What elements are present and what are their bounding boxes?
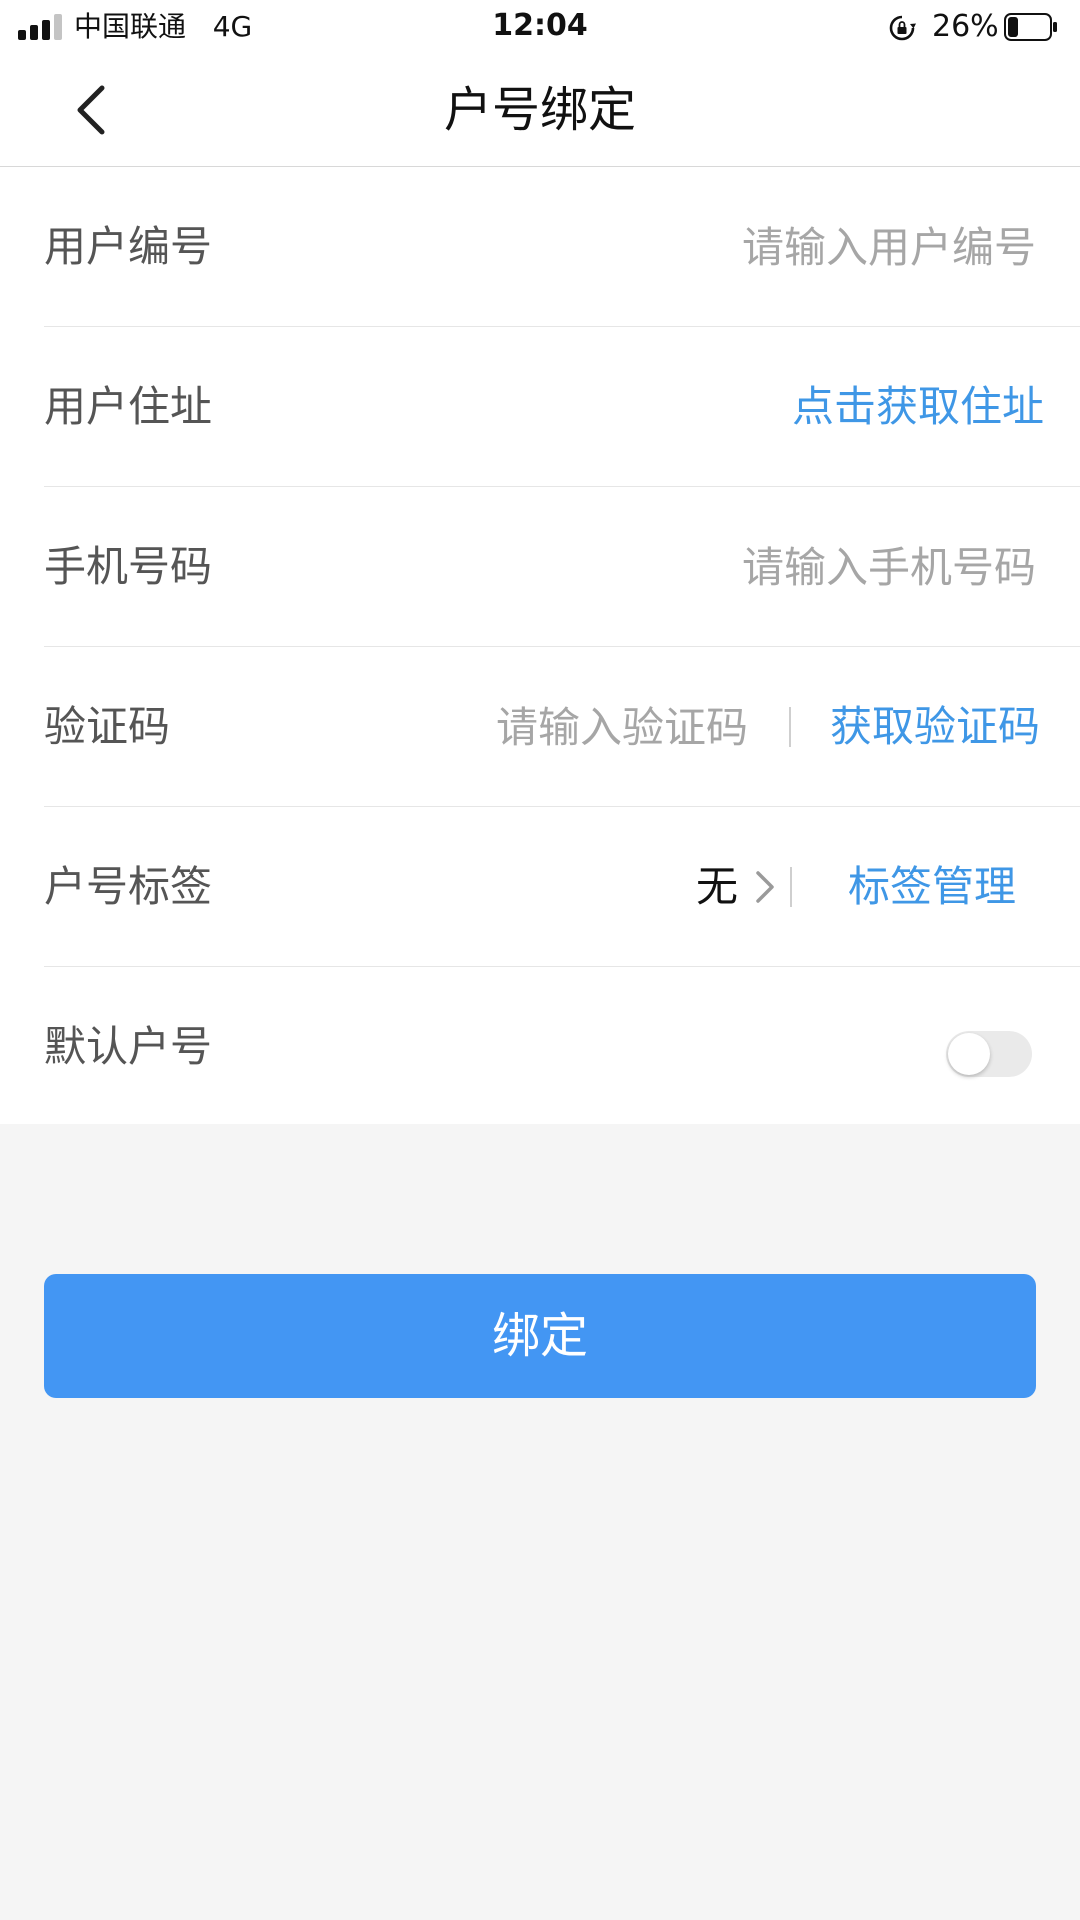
tag-management-link[interactable]: 标签管理 xyxy=(848,807,1016,967)
get-verification-code-button[interactable]: 获取验证码 xyxy=(830,647,1040,807)
battery-percent: 26% xyxy=(932,9,999,44)
address-row: 用户住址 点击获取住址 xyxy=(0,327,1080,487)
divider xyxy=(789,707,791,747)
status-time: 12:04 xyxy=(492,8,588,43)
nav-bar: 户号绑定 xyxy=(0,54,1080,167)
binding-form: 用户编号 用户住址 点击获取住址 手机号码 验证码 获取验证码 户号标签 无 标… xyxy=(0,167,1080,1124)
chevron-right-icon[interactable] xyxy=(754,869,776,905)
tag-label: 户号标签 xyxy=(44,862,213,911)
phone-input[interactable] xyxy=(440,537,1036,597)
divider xyxy=(790,867,792,907)
battery-icon xyxy=(1004,13,1057,41)
toggle-knob xyxy=(948,1033,990,1075)
tag-value[interactable]: 无 xyxy=(696,807,738,967)
phone-label: 手机号码 xyxy=(44,542,213,591)
user-id-label: 用户编号 xyxy=(44,222,213,271)
verification-row: 验证码 获取验证码 xyxy=(0,647,1080,807)
address-label: 用户住址 xyxy=(44,382,213,431)
default-account-label: 默认户号 xyxy=(44,1022,213,1071)
default-account-row: 默认户号 xyxy=(0,967,1080,1124)
get-address-link[interactable]: 点击获取住址 xyxy=(792,327,1044,487)
verification-label: 验证码 xyxy=(44,702,171,751)
user-id-row: 用户编号 xyxy=(0,167,1080,327)
user-id-input[interactable] xyxy=(440,217,1036,277)
bind-button[interactable]: 绑定 xyxy=(44,1274,1036,1398)
page-title: 户号绑定 xyxy=(443,82,636,138)
orientation-lock-icon xyxy=(889,15,916,41)
phone-row: 手机号码 xyxy=(0,487,1080,647)
status-bar: 中国联通 4G 12:04 26% xyxy=(0,0,1080,54)
tag-row: 户号标签 无 标签管理 xyxy=(0,807,1080,967)
default-account-toggle[interactable] xyxy=(946,1031,1032,1077)
verification-code-input[interactable] xyxy=(320,697,748,757)
